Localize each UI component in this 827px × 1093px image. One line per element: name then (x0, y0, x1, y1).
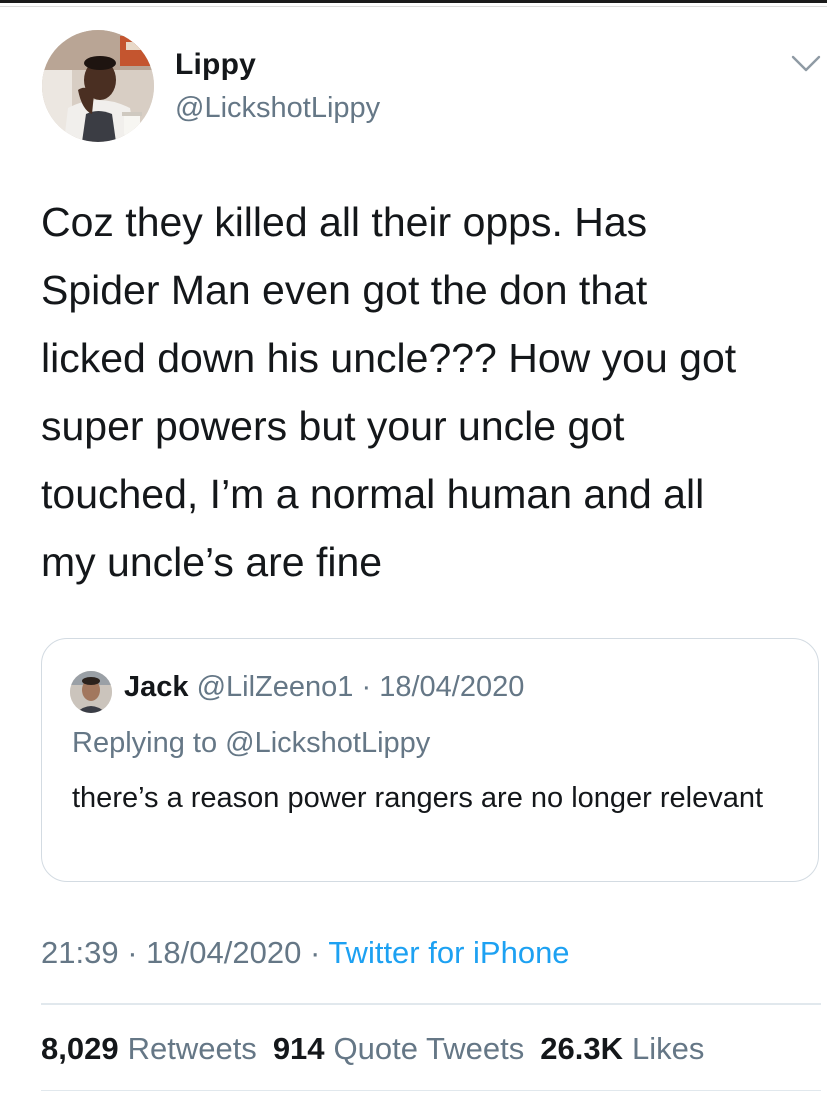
top-border (0, 0, 827, 3)
top-border-shadow (0, 6, 827, 7)
stats-divider (41, 1003, 821, 1005)
likes-count: 26.3K (540, 1031, 623, 1066)
quoted-author-avatar-image (70, 671, 112, 713)
replying-prefix: Replying to (72, 727, 218, 759)
tweet-text: Coz they killed all their opps. Has Spid… (41, 199, 737, 585)
tweet-source-link[interactable]: Twitter for iPhone (328, 935, 569, 970)
tweet-stats: 8,029 Retweets 914 Quote Tweets 26.3K Likes (41, 1031, 704, 1067)
retweets-stat[interactable]: 8,029 Retweets (41, 1031, 257, 1066)
quoted-author-name[interactable]: Jack (124, 671, 189, 703)
quoted-author-handle[interactable]: @LilZeeno1 (197, 671, 354, 703)
author-handle[interactable]: @LickshotLippy (175, 92, 380, 125)
bottom-divider (41, 1090, 821, 1091)
quoted-author-avatar (70, 671, 112, 713)
quote-tweets-label: Quote Tweets (333, 1031, 525, 1066)
chevron-down-icon[interactable] (790, 52, 822, 74)
quote-tweets-stat[interactable]: 914 Quote Tweets (273, 1031, 524, 1066)
author-avatar-image (42, 30, 154, 142)
retweets-label: Retweets (127, 1031, 257, 1066)
replying-to-mention[interactable]: @LickshotLippy (225, 727, 430, 759)
author-display-name[interactable]: Lippy (175, 48, 256, 82)
quoted-tweet-header: Jack @LilZeeno1 · 18/04/2020 (124, 671, 524, 704)
quoted-separator: · (361, 671, 372, 703)
tweet-date[interactable]: 18/04/2020 (146, 935, 301, 970)
quote-tweets-count: 914 (272, 1031, 325, 1066)
likes-label: Likes (632, 1031, 705, 1066)
quoted-tweet-card[interactable]: Jack @LilZeeno1 · 18/04/2020 Replying to… (41, 638, 819, 882)
likes-stat[interactable]: 26.3K Likes (540, 1031, 704, 1066)
tweet-timestamp-line: 21:39 · 18/04/2020 · Twitter for iPhone (41, 935, 570, 971)
timestamp-separator: · (127, 935, 138, 970)
quoted-date: 18/04/2020 (379, 671, 525, 703)
quoted-tweet-text: there’s a reason power rangers are no lo… (72, 782, 764, 814)
replying-to-line: Replying to @LickshotLippy (72, 727, 430, 760)
timestamp-separator-2: · (309, 935, 321, 970)
author-avatar[interactable] (42, 30, 154, 142)
retweets-count: 8,029 (41, 1031, 119, 1066)
tweet-time[interactable]: 21:39 (41, 935, 119, 970)
